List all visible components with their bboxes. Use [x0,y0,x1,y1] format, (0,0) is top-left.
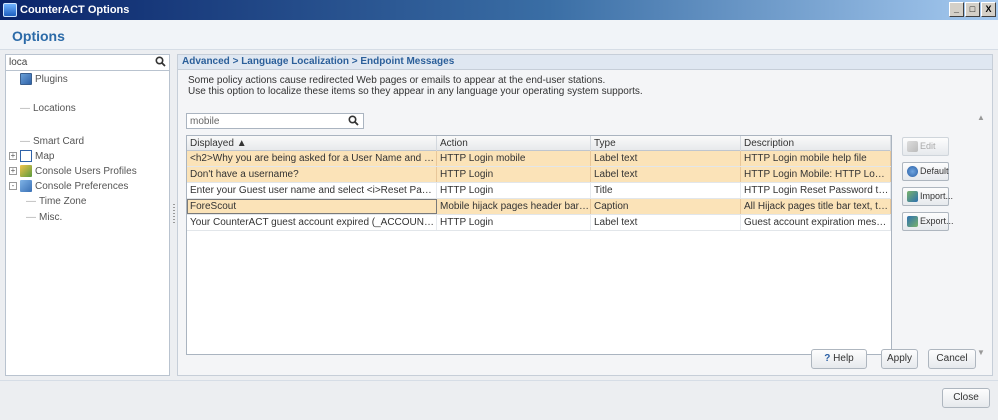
messages-table: Displayed ▲ Action Type Description <h2>… [186,135,892,355]
plugin-icon [20,73,32,86]
cell-description: Guest account expiration messag... [741,215,891,230]
table-row[interactable]: <h2>Why you are being asked for a User N… [187,151,891,167]
scroll-up-icon[interactable]: ▲ [977,113,985,122]
tree-item-label: Plugins [35,74,68,85]
window-title: CounterACT Options [20,4,130,16]
content-panel: Advanced > Language Localization > Endpo… [177,54,993,376]
pencil-icon [907,141,918,153]
import-button[interactable]: Import... [902,187,953,206]
default-button-label: Default [920,166,949,176]
options-tree-panel: Plugins —Locations —Smart Card + Map + Con… [5,54,170,376]
cell-type: Label text [591,151,741,166]
cell-type: Label text [591,215,741,230]
tree-item-map[interactable]: + Map [9,150,54,164]
table-row[interactable]: Your CounterACT guest account expired (_… [187,215,891,231]
cell-action: HTTP Login [437,167,591,182]
help-icon: ? [824,353,831,364]
tree-item-misc[interactable]: — Misc. [26,211,62,225]
help-button[interactable]: ? Help [811,349,867,369]
column-header-action[interactable]: Action [437,136,591,151]
table-filter-input[interactable] [190,115,340,128]
cell-type: Title [591,183,741,198]
cell-displayed: Enter your Guest user name and select <i… [187,183,437,198]
default-button[interactable]: Default [902,162,949,181]
options-header: Options [0,20,998,50]
tree-search-input[interactable] [9,56,149,69]
cell-action: HTTP Login [437,183,591,198]
page-title: Options [12,28,65,44]
maximize-button[interactable]: □ [965,2,980,17]
cell-description: HTTP Login Reset Password text. [741,183,891,198]
cell-type: Caption [591,199,741,214]
tree-item-label: Locations [33,103,76,114]
table-row[interactable]: Don't have a username? HTTP Login Label … [187,167,891,183]
column-header-type[interactable]: Type [591,136,741,151]
description-line-1: Some policy actions cause redirected Web… [188,75,606,86]
description: Some policy actions cause redirected Web… [188,75,643,97]
tree-item-label: Misc. [39,212,63,223]
cell-displayed: Don't have a username? [187,167,437,182]
preferences-icon [20,180,32,193]
import-button-label: Import... [920,191,954,201]
tree-item-console-preferences[interactable]: - Console Preferences [9,180,128,194]
cell-description: HTTP Login mobile help file [741,151,891,166]
cell-description: HTTP Login Mobile: HTTP Login p... [741,167,891,182]
vertical-scrollbar[interactable]: ▲ ▼ [975,113,987,357]
edit-button-label: Edit [920,141,936,151]
app-icon [3,3,17,17]
cell-type: Label text [591,167,741,182]
tree-item-plugins[interactable]: Plugins [20,73,68,87]
collapse-icon[interactable]: - [9,182,17,191]
tree-item-label: Time Zone [39,196,87,207]
window-controls: _ □ X [949,2,996,17]
tree-item-label: Console Users Profiles [35,166,137,177]
users-icon [20,165,32,178]
table-header: Displayed ▲ Action Type Description [187,136,891,151]
cancel-button[interactable]: Cancel [928,349,976,369]
cell-action: HTTP Login mobile [437,151,591,166]
expand-icon[interactable]: + [9,152,17,161]
tree-item-label: Console Preferences [35,181,129,192]
tree-item-label: Map [35,151,55,162]
minimize-button[interactable]: _ [949,2,964,17]
table-row-selected[interactable]: ForeScout Mobile hijack pages header bar… [187,199,891,215]
footer-bar [0,380,998,420]
search-icon[interactable] [155,56,166,70]
tree-item-smart-card[interactable]: — Smart Card [20,135,84,149]
cell-displayed: ForeScout [187,199,437,214]
expand-icon[interactable]: + [9,167,17,176]
tree-item-label: Smart Card [33,136,85,147]
help-button-label: Help [833,353,854,364]
tree-item-console-users-profiles[interactable]: + Console Users Profiles [9,165,137,179]
tree-item-time-zone[interactable]: — Time Zone [26,195,86,209]
description-line-2: Use this option to localize these items … [188,86,643,97]
breadcrumb: Advanced > Language Localization > Endpo… [178,55,992,70]
cell-displayed: Your CounterACT guest account expired (_… [187,215,437,230]
table-filter-box [186,113,364,129]
cell-action: Mobile hijack pages header bar text [437,199,591,214]
table-row[interactable]: Enter your Guest user name and select <i… [187,183,891,199]
column-header-description[interactable]: Description [741,136,891,151]
tree-item-locations[interactable]: — Locations [20,102,76,116]
panel-splitter[interactable] [172,54,176,376]
close-button[interactable]: Close [942,388,990,408]
apply-button[interactable]: Apply [881,349,918,369]
column-header-displayed[interactable]: Displayed ▲ [187,136,437,151]
cell-action: HTTP Login [437,215,591,230]
search-icon[interactable] [348,115,359,129]
default-icon [907,166,918,178]
map-icon [20,150,32,163]
close-window-button[interactable]: X [981,2,996,17]
splitter-grip[interactable] [173,204,175,224]
export-button-label: Export... [920,216,954,226]
title-bar: CounterACT Options _ □ X [0,0,998,20]
cell-displayed: <h2>Why you are being asked for a User N… [187,151,437,166]
export-icon [907,216,918,228]
edit-button[interactable]: Edit [902,137,949,156]
tree-search-box [6,55,169,71]
cell-description: All Hijack pages title bar text, typic..… [741,199,891,214]
import-icon [907,191,918,203]
export-button[interactable]: Export... [902,212,954,231]
scroll-down-icon[interactable]: ▼ [977,348,985,357]
